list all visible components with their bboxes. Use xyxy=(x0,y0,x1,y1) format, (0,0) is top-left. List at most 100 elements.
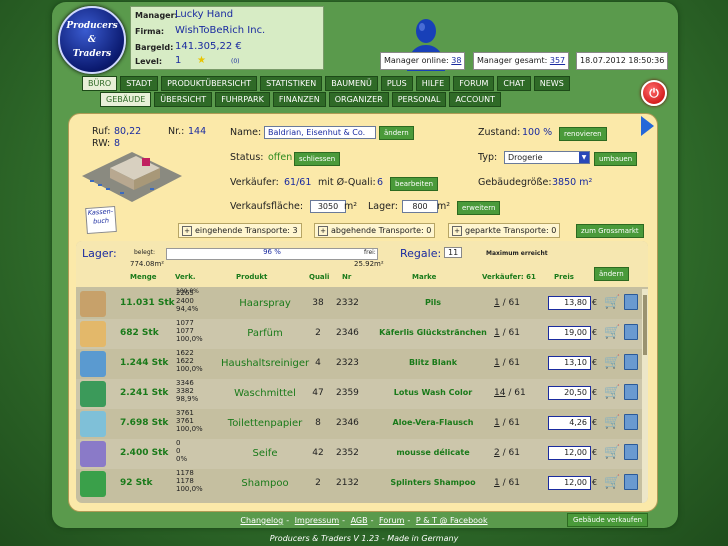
col-preis[interactable]: Preis xyxy=(554,273,574,281)
hand-truck-icon[interactable]: 🛒 xyxy=(604,385,620,400)
produkt-name[interactable]: Toilettenpapier xyxy=(221,418,309,429)
typ-select[interactable]: Drogerie ▼ xyxy=(504,151,590,164)
kassenbuch-button[interactable]: Kassen-buch xyxy=(85,205,117,235)
tab-buero[interactable]: BÜRO xyxy=(82,76,118,91)
verkaeufer-count-link[interactable]: 1 xyxy=(494,358,500,368)
price-input[interactable]: 19,00 xyxy=(548,326,591,340)
tab-forum[interactable]: FORUM xyxy=(453,76,495,91)
erweitern-button[interactable]: erweitern xyxy=(457,201,501,215)
gesamt-count-link[interactable]: 357 xyxy=(550,56,565,65)
tab-gebaeude[interactable]: GEBÄUDE xyxy=(100,92,152,107)
footer-forum[interactable]: Forum xyxy=(379,516,404,525)
col-marke[interactable]: Marke xyxy=(412,273,436,281)
trash-icon[interactable] xyxy=(624,324,638,340)
tab-baumenue[interactable]: BAUMENÜ xyxy=(325,76,378,91)
footer-impressum[interactable]: Impressum xyxy=(295,516,339,525)
tab-news[interactable]: NEWS xyxy=(533,76,570,91)
geparkte-transporte[interactable]: + geparkte Transporte: 0 xyxy=(448,223,561,238)
tab-organizer[interactable]: ORGANIZER xyxy=(328,92,389,107)
quali-value: 2 xyxy=(315,478,321,488)
col-menge[interactable]: Menge xyxy=(130,273,156,281)
verkaeufer-count-link[interactable]: 2 xyxy=(494,448,500,458)
col-produkt[interactable]: Produkt xyxy=(236,273,267,281)
verkaufsflaeche-field[interactable]: 3050 xyxy=(310,200,346,213)
game-logo[interactable]: Producers & Traders xyxy=(58,6,126,74)
trash-icon[interactable] xyxy=(624,384,638,400)
gebaeude-verkaufen-button[interactable]: Gebäude verkaufen xyxy=(567,513,649,527)
produkt-name[interactable]: Seife xyxy=(221,448,309,459)
hand-truck-icon[interactable]: 🛒 xyxy=(604,295,620,310)
online-count-link[interactable]: 38 xyxy=(451,56,461,65)
trash-icon[interactable] xyxy=(624,414,638,430)
table-scrollbar[interactable] xyxy=(642,289,648,503)
produkt-name[interactable]: Shampoo xyxy=(221,478,309,489)
price-input[interactable]: 12,00 xyxy=(548,446,591,460)
col-verkaeufer[interactable]: Verkäufer: 61 xyxy=(482,273,536,281)
hand-truck-icon[interactable]: 🛒 xyxy=(604,355,620,370)
name-label: Name: xyxy=(230,127,262,138)
renovieren-button[interactable]: renovieren xyxy=(559,127,607,141)
table-row: 3761 3761 100,0% 7.698 Stk Toilettenpapier 8 2… xyxy=(76,409,642,439)
trash-icon[interactable] xyxy=(624,444,638,460)
col-nr[interactable]: Nr xyxy=(342,273,351,281)
hand-truck-icon[interactable]: 🛒 xyxy=(604,475,620,490)
tab-stadt[interactable]: STADT xyxy=(120,76,159,91)
footer-facebook[interactable]: P & T @ Facebook xyxy=(416,516,488,525)
verkaeufer-count-link[interactable]: 1 xyxy=(494,298,500,308)
lager-field[interactable]: 800 xyxy=(402,200,438,213)
tab-fuhrpark[interactable]: FUHRPARK xyxy=(215,92,270,107)
produkt-name[interactable]: Haarspray xyxy=(221,298,309,309)
price-input[interactable]: 20,50 xyxy=(548,386,591,400)
status-label: Status: xyxy=(230,152,264,163)
verkaeufer-count-link[interactable]: 1 xyxy=(494,418,500,428)
tab-plus[interactable]: PLUS xyxy=(380,76,413,91)
next-building-arrow-icon[interactable] xyxy=(641,116,654,136)
price-input[interactable]: 4,26 xyxy=(548,416,591,430)
hand-truck-icon[interactable]: 🛒 xyxy=(604,325,620,340)
ruf-label: Ruf: xyxy=(92,126,111,137)
tab-account[interactable]: ACCOUNT xyxy=(449,92,501,107)
trash-icon[interactable] xyxy=(624,474,638,490)
col-quali[interactable]: Quali xyxy=(309,273,329,281)
tab-statistiken[interactable]: STATISTIKEN xyxy=(260,76,323,91)
currency: € xyxy=(592,448,598,457)
regale-value: 11 xyxy=(444,247,463,258)
zustand-value: 100 % xyxy=(522,127,553,138)
grossmarkt-button[interactable]: zum Grossmarkt xyxy=(576,224,644,238)
price-input[interactable]: 12,00 xyxy=(548,476,591,490)
footer-agb[interactable]: AGB xyxy=(351,516,368,525)
tab-personal[interactable]: PERSONAL xyxy=(391,92,447,107)
preis-aendern-button[interactable]: ändern xyxy=(594,267,629,281)
produkt-name[interactable]: Parfüm xyxy=(221,328,309,339)
produkt-name[interactable]: Waschmittel xyxy=(221,388,309,399)
logout-power-icon[interactable]: ⏻ xyxy=(641,80,667,106)
datetime: 18.07.2012 18:50:36 xyxy=(576,52,669,70)
fill-percent: 96 % xyxy=(263,248,281,256)
trash-icon[interactable] xyxy=(624,354,638,370)
marke-value: Splinters Shampoo xyxy=(390,478,476,487)
verkaeufer-count-link[interactable]: 14 xyxy=(494,388,505,398)
umbauen-button[interactable]: umbauen xyxy=(594,152,638,166)
tab-finanzen[interactable]: FINANZEN xyxy=(272,92,326,107)
footer-changelog[interactable]: Changelog xyxy=(240,516,283,525)
trash-icon[interactable] xyxy=(624,294,638,310)
price-input[interactable]: 13,80 xyxy=(548,296,591,310)
schliessen-button[interactable]: schliessen xyxy=(294,152,341,166)
eingehende-transporte[interactable]: + eingehende Transporte: 3 xyxy=(178,223,302,238)
tab-produktuebersicht[interactable]: PRODUKTÜBERSICHT xyxy=(161,76,258,91)
tab-hilfe[interactable]: HILFE xyxy=(415,76,451,91)
produkt-name[interactable]: Haushaltsreiniger xyxy=(221,358,309,369)
bearbeiten-button[interactable]: bearbeiten xyxy=(390,177,439,191)
abgehende-transporte[interactable]: + abgehende Transporte: 0 xyxy=(314,223,436,238)
verkaeufer-count-link[interactable]: 1 xyxy=(494,478,500,488)
name-change-button[interactable]: ändern xyxy=(379,126,414,140)
hand-truck-icon[interactable]: 🛒 xyxy=(604,415,620,430)
building-name-field[interactable]: Baldrian, Eisenhut & Co. xyxy=(264,126,376,139)
scroll-thumb[interactable] xyxy=(643,295,647,355)
hand-truck-icon[interactable]: 🛒 xyxy=(604,445,620,460)
price-input[interactable]: 13,10 xyxy=(548,356,591,370)
tab-uebersicht[interactable]: ÜBERSICHT xyxy=(154,92,213,107)
verkaeufer-count-link[interactable]: 1 xyxy=(494,328,500,338)
tab-chat[interactable]: CHAT xyxy=(497,76,531,91)
col-verk[interactable]: Verk. xyxy=(175,273,196,281)
